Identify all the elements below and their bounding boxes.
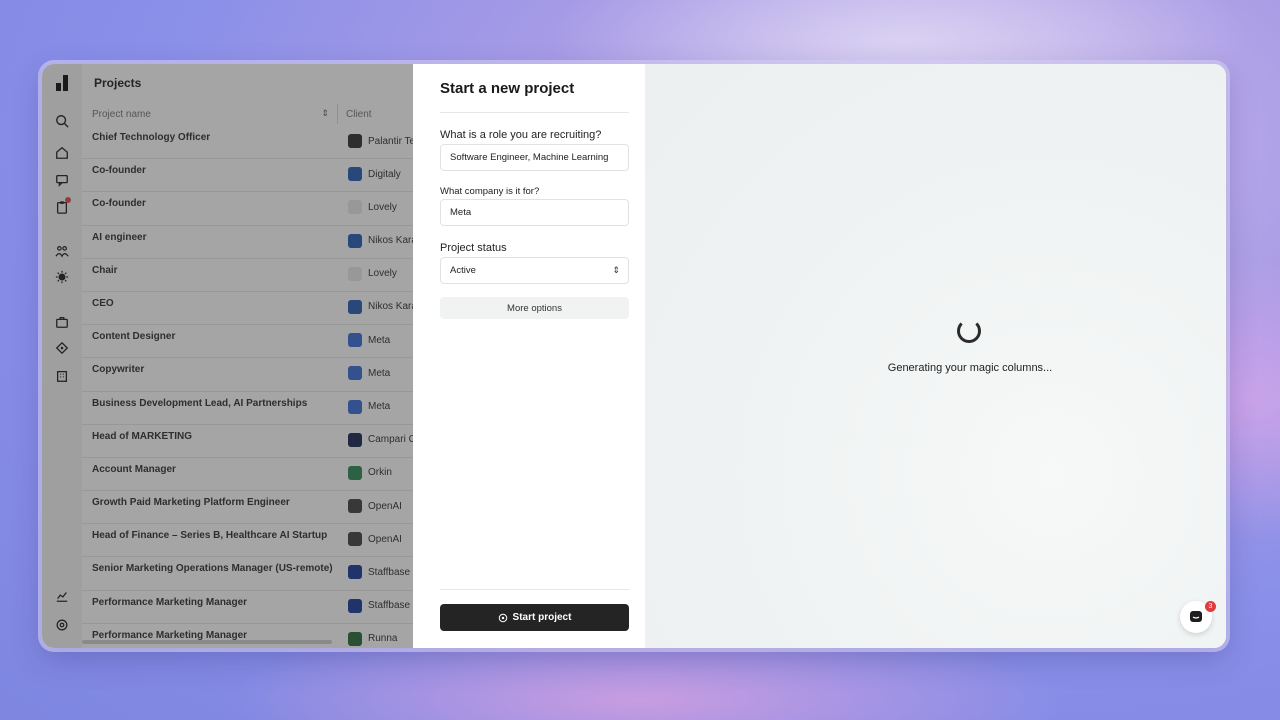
generation-status-text: Generating your magic columns... <box>887 362 1053 374</box>
role-label: What is a role you are recruiting? <box>440 129 602 141</box>
start-project-button[interactable]: Start project <box>440 604 629 631</box>
more-options-button[interactable]: More options <box>440 297 629 319</box>
chat-bubble-icon <box>1190 611 1202 622</box>
company-input[interactable]: Meta <box>440 199 629 226</box>
modal-backdrop[interactable] <box>42 64 413 648</box>
sparkle-icon <box>498 613 507 622</box>
chat-badge: 3 <box>1205 601 1216 612</box>
status-label: Project status <box>440 242 507 254</box>
loading-spinner-icon <box>957 319 981 343</box>
chevron-updown-icon: ⇕ <box>612 265 620 275</box>
app-window: Projects Project name ⇕ Client Chief Tec… <box>42 64 1226 648</box>
generation-panel: Generating your magic columns... 3 <box>645 64 1226 648</box>
divider <box>440 112 629 113</box>
start-project-label: Start project <box>512 612 572 623</box>
horizontal-scrollbar[interactable] <box>82 640 332 644</box>
role-input[interactable]: Software Engineer, Machine Learning <box>440 144 629 171</box>
form-title: Start a new project <box>440 80 575 97</box>
status-select[interactable]: Active ⇕ <box>440 257 629 284</box>
status-select-value: Active <box>450 265 476 276</box>
new-project-form: Start a new project What is a role you a… <box>413 64 645 648</box>
company-label: What company is it for? <box>440 186 540 197</box>
divider <box>440 589 629 590</box>
